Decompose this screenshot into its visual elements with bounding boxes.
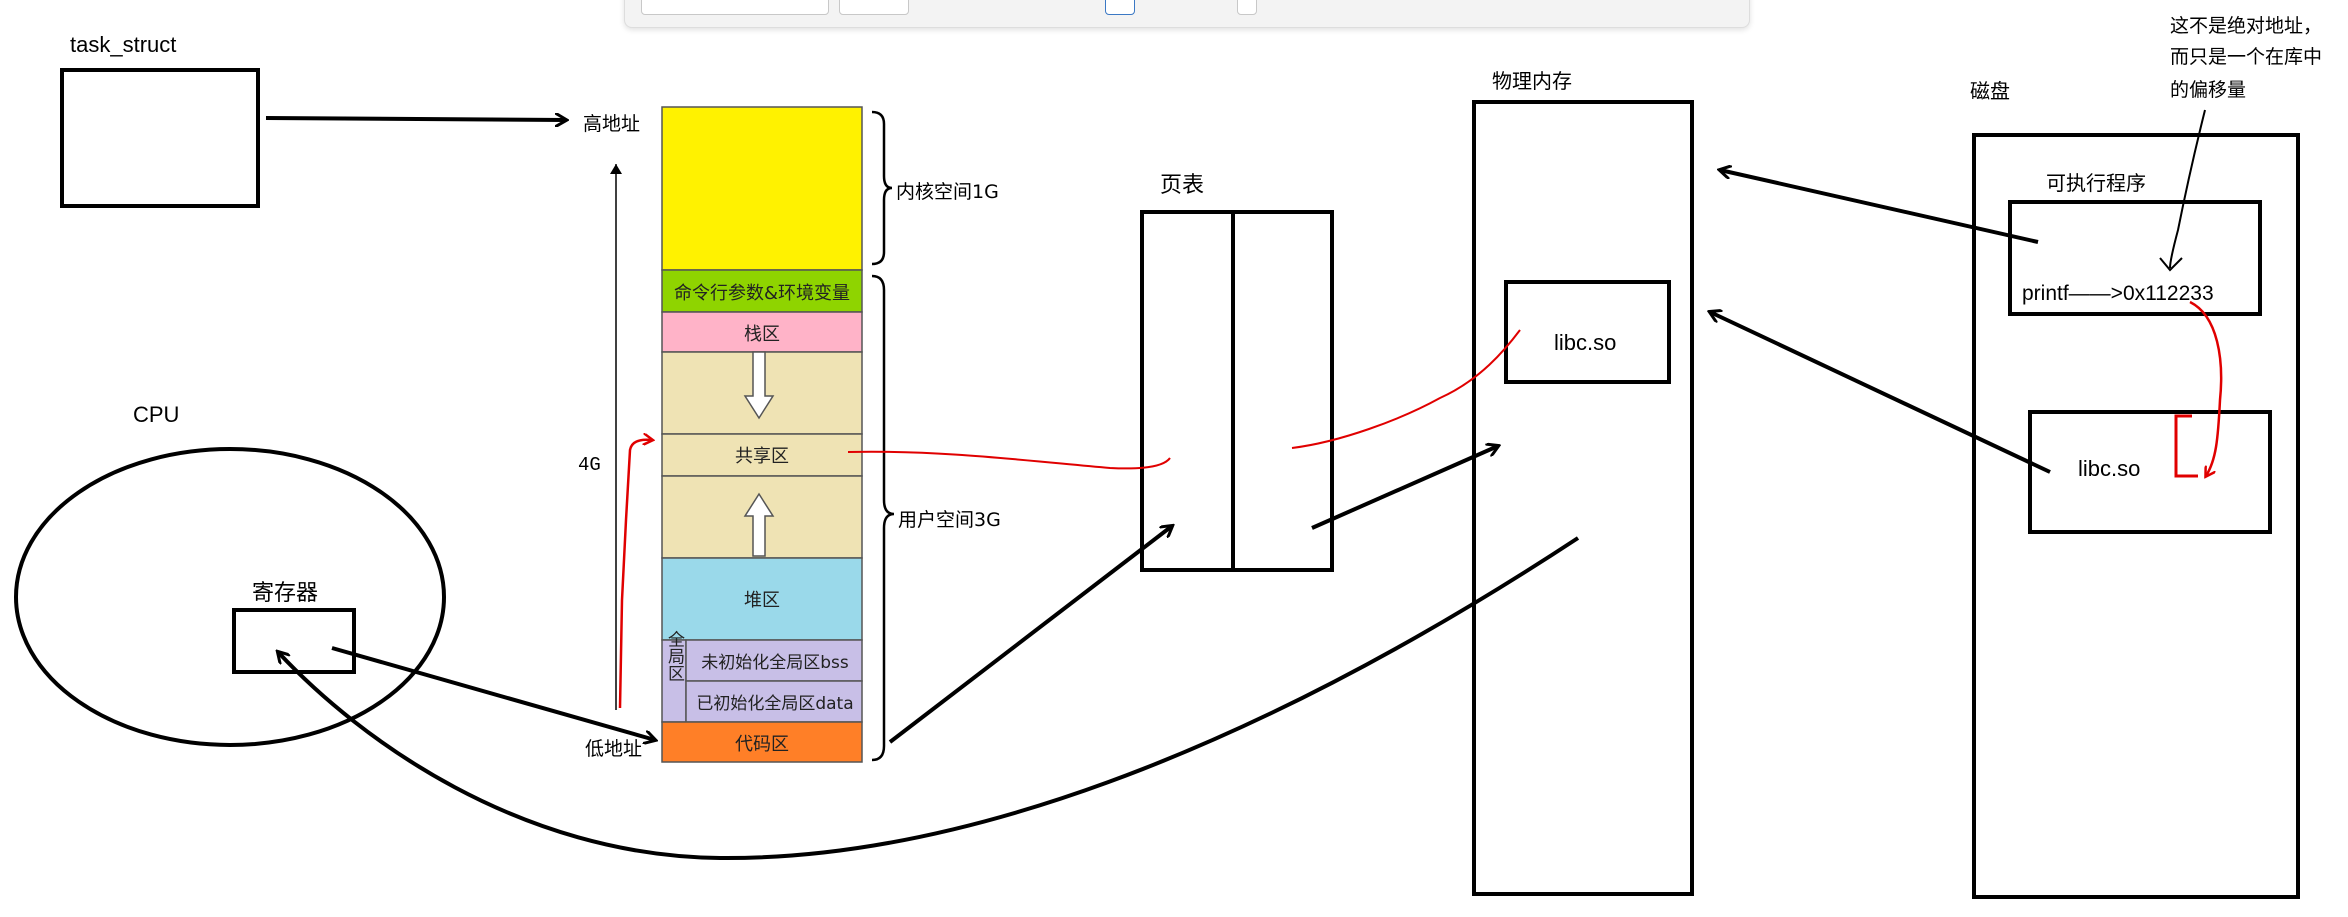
note-line-1: 这不是绝对地址， (2170, 15, 2322, 37)
libc-disk-box (2028, 410, 2272, 534)
disk-box (1972, 133, 2300, 899)
memory-diagram: task_struct CPU 寄存器 高地址 低地址 4G 命令行参数&环境变… (14, 15, 2322, 899)
pagetable-to-libc-red-line (1291, 329, 1521, 449)
disk-label: 磁盘 (1970, 79, 2010, 103)
shared-to-pagetable-red-line (847, 450, 1171, 470)
register-to-code-arrow (331, 646, 655, 740)
offset-to-libc-red-line (2189, 300, 2223, 476)
cpu-label: CPU (133, 402, 179, 427)
stack-label: 栈区 (744, 324, 780, 345)
register-box (232, 608, 356, 674)
low-to-shared-red-arrow (618, 440, 652, 709)
exec-to-memory-arrow (1720, 170, 2039, 244)
phys-mem-box (1472, 100, 1694, 896)
libc-disk-to-memory-arrow (1710, 312, 2051, 474)
heap-label: 堆区 (744, 590, 780, 611)
code-to-pagetable-arrow (888, 526, 1172, 744)
pagetable-to-memory-arrow (1311, 446, 1498, 530)
exec-program-label: 可执行程序 (2046, 171, 2146, 195)
libc-mem-label: libc.so (1554, 330, 1616, 355)
kernel-segment (661, 106, 863, 271)
code-label: 代码区 (735, 734, 789, 755)
task-struct-arrow (265, 118, 566, 120)
data-label: 已初始化全局区data (696, 694, 853, 714)
libc-disk-label: libc.so (2078, 456, 2140, 481)
cmdline-label: 命令行参数&环境变量 (674, 283, 850, 304)
memory-to-register-curve (278, 536, 1580, 861)
phys-mem-label: 物理内存 (1492, 69, 1572, 93)
page-table-label: 页表 (1160, 173, 1204, 198)
task-struct-box (60, 68, 260, 208)
printf-line: printf——>0x112233 (2022, 282, 2214, 305)
register-label: 寄存器 (252, 580, 318, 605)
note-line-3: 的偏移量 (2170, 79, 2246, 101)
kernel-brace (871, 110, 893, 266)
low-addr-label: 低地址 (585, 738, 642, 760)
task-struct-label: task_struct (70, 32, 176, 57)
page-table-box (1140, 210, 1334, 572)
user-brace (871, 274, 895, 762)
offset-bracket-red (2174, 414, 2198, 478)
note-line-2: 而只是一个在库中 (2170, 46, 2322, 68)
shared-label: 共享区 (735, 446, 789, 467)
four-g-label: 4G (578, 454, 601, 476)
global-side-label: 全局区 (664, 630, 685, 681)
bss-label: 未初始化全局区bss (701, 653, 849, 673)
cpu-ellipse (14, 447, 446, 747)
high-addr-label: 高地址 (583, 113, 640, 135)
kernel-space-label: 内核空间1G (896, 181, 999, 203)
user-space-label: 用户空间3G (898, 509, 1001, 531)
